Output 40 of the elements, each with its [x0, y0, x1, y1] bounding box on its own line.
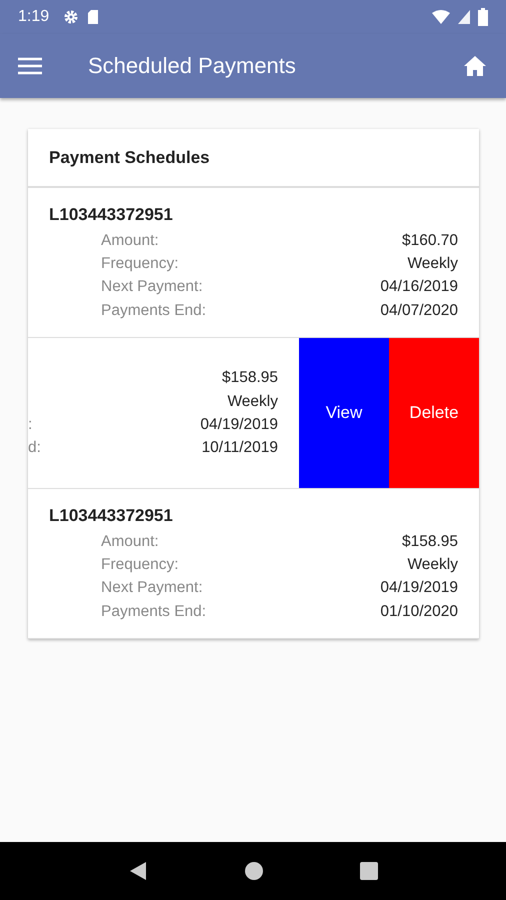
field-value: Weekly — [407, 254, 458, 273]
status-time: 1:19 — [18, 8, 50, 26]
app-title: Scheduled Payments — [88, 53, 297, 79]
view-button[interactable]: View — [299, 338, 389, 488]
field-label: Payments End: — [101, 302, 206, 320]
battery-icon — [478, 8, 488, 26]
swiped-schedule-item[interactable]: $158.95 Weekly : 04/19/2019 d: 10/11/2019 View Delete — [28, 338, 479, 490]
loan-number: L103443372951 — [49, 506, 174, 526]
gear-icon — [63, 9, 80, 25]
field-value: 04/19/2019 — [200, 416, 278, 434]
field-label: Payments End: — [101, 602, 206, 621]
field-value: 04/16/2019 — [380, 278, 458, 296]
field-value: Weekly — [407, 556, 458, 574]
field-value: $158.95 — [402, 532, 458, 551]
field-value: Weekly — [227, 392, 278, 411]
field-label: Frequency: — [101, 254, 179, 273]
sd-card-icon — [87, 9, 100, 25]
field-value: 04/19/2019 — [380, 579, 458, 598]
field-label: Amount: — [101, 232, 159, 250]
field-value: 01/10/2020 — [380, 602, 458, 621]
schedule-item[interactable]: L103443372951 Amount: $158.95 Frequency: Weekly Next Payment: 04/19/2019 Payments End: 01/10/2020 — [28, 489, 479, 640]
field-value: 04/07/2020 — [380, 302, 458, 320]
field-label: : — [28, 416, 32, 434]
delete-button[interactable]: Delete — [389, 338, 479, 488]
back-icon[interactable] — [128, 861, 148, 881]
field-label: Next Payment: — [101, 278, 203, 296]
field-label: Next Payment: — [101, 579, 203, 598]
field-label: Frequency: — [101, 556, 179, 574]
menu-icon — [18, 57, 42, 75]
home-circle-icon[interactable] — [244, 861, 264, 881]
field-label: Amount: — [101, 532, 159, 551]
loan-number: L103443372951 — [49, 205, 174, 225]
field-value: $160.70 — [402, 232, 458, 250]
wifi-icon — [432, 10, 450, 24]
field-label: d: — [28, 439, 41, 458]
home-icon — [464, 56, 486, 76]
card-title: Payment Schedules — [49, 148, 210, 168]
field-value: $158.95 — [222, 369, 278, 388]
field-value: 10/11/2019 — [202, 439, 278, 458]
signal-icon — [458, 10, 470, 24]
